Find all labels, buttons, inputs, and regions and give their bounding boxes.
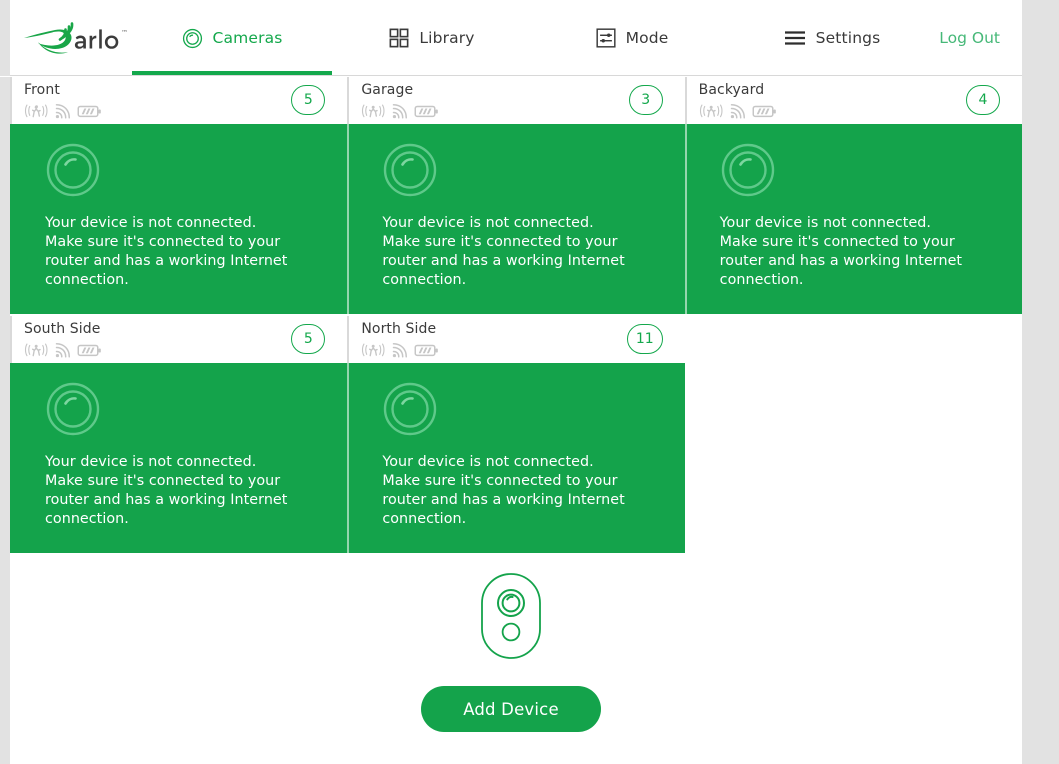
hamburger-menu-icon	[784, 30, 806, 46]
nav-left-gutter	[0, 0, 10, 76]
logout-button[interactable]: Log Out	[939, 0, 1000, 76]
app-viewport: ™ Cameras Library Mode Settings Log Out …	[0, 0, 1022, 764]
battery-icon	[414, 105, 439, 118]
motion-detection-icon	[24, 342, 48, 358]
svg-text:™: ™	[121, 29, 128, 37]
motion-detection-icon	[361, 103, 385, 119]
camera-event-badge[interactable]: 5	[291, 85, 326, 115]
camera-row: Front 5 Garage 3 Backyard 4 Your device …	[10, 77, 1022, 314]
nav-tab-mode[interactable]: Mode	[532, 0, 732, 76]
signal-strength-icon	[55, 103, 70, 119]
offline-message: Your device is not connected. Make sure …	[382, 454, 625, 527]
panel-divider	[347, 363, 350, 553]
active-tab-underline	[132, 71, 332, 75]
camera-card-header-north-side[interactable]: North Side 11	[347, 316, 685, 363]
camera-lens-icon	[45, 142, 325, 202]
arlo-camera-device-icon	[480, 572, 542, 664]
nav-tab-library-label: Library	[419, 29, 475, 47]
motion-detection-icon	[24, 103, 48, 119]
battery-icon	[77, 344, 102, 357]
camera-row: South Side 5 North Side 11 Your device i…	[10, 316, 1022, 553]
top-navigation-bar: ™ Cameras Library Mode Settings Log Out	[0, 0, 1022, 76]
camera-header-empty-slot	[684, 316, 1022, 363]
camera-lens-icon	[382, 381, 662, 441]
camera-panel-empty-slot	[684, 363, 1022, 553]
camera-lens-icon	[720, 142, 1000, 202]
camera-lens-icon	[45, 381, 325, 441]
arlo-logo[interactable]: ™	[22, 20, 130, 56]
camera-offline-panel-north-side[interactable]: Your device is not connected. Make sure …	[347, 363, 685, 553]
panel-divider	[347, 124, 350, 314]
nav-tab-cameras-label: Cameras	[212, 29, 283, 47]
camera-offline-panel-south-side[interactable]: Your device is not connected. Make sure …	[10, 363, 348, 553]
camera-panel-strip: Your device is not connected. Make sure …	[10, 124, 1022, 314]
camera-card-header-south-side[interactable]: South Side 5	[10, 316, 348, 363]
camera-event-badge[interactable]: 11	[626, 324, 663, 354]
offline-message: Your device is not connected. Make sure …	[719, 215, 963, 288]
add-device-section: Add Device	[0, 572, 1022, 732]
offline-message: Your device is not connected. Make sure …	[382, 215, 625, 288]
motion-detection-icon	[361, 342, 385, 358]
offline-message: Your device is not connected. Make sure …	[45, 454, 288, 527]
camera-lens-icon	[182, 28, 203, 49]
nav-tab-settings[interactable]: Settings	[732, 0, 932, 76]
nav-tab-mode-label: Mode	[625, 29, 669, 47]
cameras-content: Front 5 Garage 3 Backyard 4 Your device …	[0, 77, 1022, 764]
camera-offline-panel-garage[interactable]: Your device is not connected. Make sure …	[347, 124, 685, 314]
app-root: ™ Cameras Library Mode Settings Log Out …	[0, 0, 1059, 764]
camera-card-header-garage[interactable]: Garage 3	[347, 77, 685, 124]
camera-panel-strip: Your device is not connected. Make sure …	[10, 363, 1022, 553]
camera-event-badge[interactable]: 3	[628, 85, 663, 115]
camera-header-strip: South Side 5 North Side 11	[10, 316, 1022, 363]
panel-divider	[684, 124, 687, 314]
signal-strength-icon	[55, 342, 70, 358]
camera-lens-icon	[382, 142, 662, 202]
camera-card-header-front[interactable]: Front 5	[10, 77, 348, 124]
motion-detection-icon	[699, 103, 723, 119]
camera-event-badge[interactable]: 4	[965, 85, 1000, 115]
camera-offline-panel-front[interactable]: Your device is not connected. Make sure …	[10, 124, 348, 314]
signal-strength-icon	[392, 342, 408, 358]
nav-tab-cameras[interactable]: Cameras	[132, 0, 332, 76]
camera-event-badge[interactable]: 5	[291, 324, 326, 354]
sliders-icon	[596, 28, 616, 48]
grid-squares-icon	[389, 28, 409, 48]
page-scroll-gutter[interactable]	[1022, 0, 1059, 764]
battery-icon	[77, 105, 102, 118]
nav-tab-settings-label: Settings	[815, 29, 881, 47]
signal-strength-icon	[730, 103, 745, 119]
battery-icon	[752, 105, 777, 118]
camera-card-header-backyard[interactable]: Backyard 4	[684, 77, 1022, 124]
offline-message: Your device is not connected. Make sure …	[45, 215, 288, 288]
battery-icon	[414, 344, 439, 357]
camera-header-strip: Front 5 Garage 3 Backyard 4	[10, 77, 1022, 124]
camera-offline-panel-backyard[interactable]: Your device is not connected. Make sure …	[684, 124, 1022, 314]
nav-tab-library[interactable]: Library	[332, 0, 532, 76]
add-device-button[interactable]: Add Device	[421, 686, 601, 732]
signal-strength-icon	[392, 103, 408, 119]
